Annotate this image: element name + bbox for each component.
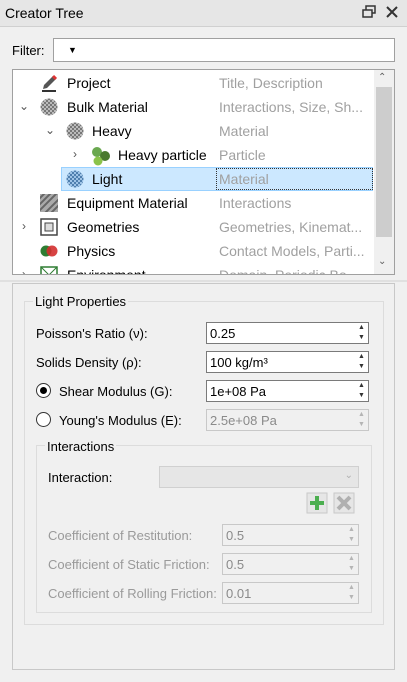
tree-item-heavy-particle[interactable]: › Heavy particle Particle <box>13 143 375 167</box>
restitution-label: Coefficient of Restitution: <box>48 528 193 543</box>
spin-value: 0.01 <box>226 586 252 601</box>
tree-item-label: Project <box>67 75 111 91</box>
spin-up-icon[interactable]: ▲ <box>355 323 368 333</box>
density-label: Solids Density (ρ): <box>36 355 142 370</box>
tree-item-project[interactable]: Project Title, Description <box>13 71 375 95</box>
spin-up-icon: ▲ <box>358 411 365 418</box>
tree-item-label: Light <box>92 171 123 187</box>
particle-icon <box>91 146 110 166</box>
tree-item-label: Heavy particle <box>118 147 207 163</box>
young-label: Young's Modulus (E): <box>59 413 182 428</box>
spin-value: 100 kg/m³ <box>210 355 268 370</box>
tree-item-heavy[interactable]: ⌄ Heavy Material <box>13 119 375 143</box>
rolling-friction-spinbox: 0.01 ▲ ▼ <box>222 582 359 604</box>
filter-combo[interactable]: ▼ <box>53 38 395 62</box>
shear-spinbox[interactable]: 1e+08 Pa ▲ ▼ <box>206 380 369 402</box>
remove-icon <box>333 492 355 514</box>
interactions-title: Interactions <box>45 439 117 454</box>
static-friction-label: Coefficient of Static Friction: <box>48 557 210 572</box>
material-sphere-icon <box>66 170 84 188</box>
close-icon[interactable] <box>385 5 399 19</box>
spin-down-icon[interactable]: ▼ <box>355 333 368 343</box>
spin-value: 0.5 <box>226 557 245 572</box>
spin-down-icon: ▼ <box>348 565 355 572</box>
spin-down-icon[interactable]: ▼ <box>355 391 368 401</box>
tree-item-desc: Title, Description <box>219 75 323 91</box>
tree-item-desc: Geometries, Kinemat... <box>219 219 363 235</box>
density-spinbox[interactable]: 100 kg/m³ ▲ ▼ <box>206 351 369 373</box>
scroll-thumb[interactable] <box>376 87 392 237</box>
young-radio[interactable] <box>36 412 51 427</box>
scroll-up-icon[interactable]: ⌃ <box>378 72 386 83</box>
window-titlebar: Creator Tree <box>0 0 407 27</box>
tree-item-light[interactable]: Light Material <box>13 167 375 191</box>
tree-item-desc: Domain, Periodic Bo... <box>219 267 359 275</box>
creator-tree[interactable]: Project Title, Description ⌄ Bulk Materi… <box>12 69 395 275</box>
tree-item-label: Environment <box>67 267 146 275</box>
static-friction-spinbox: 0.5 ▲ ▼ <box>222 553 359 575</box>
tree-item-environment[interactable]: › Environment Domain, Periodic Bo... <box>13 263 375 275</box>
young-spinbox: 2.5e+08 Pa ▲ ▼ <box>206 409 369 431</box>
spin-down-icon[interactable]: ▼ <box>355 362 368 372</box>
poisson-label: Poisson's Ratio (ν): <box>36 326 148 341</box>
spin-down-icon: ▼ <box>348 536 355 543</box>
tree-item-desc: Interactions <box>219 195 292 211</box>
chevron-down-icon: ⌄ <box>344 470 353 481</box>
scroll-down-icon[interactable]: ⌄ <box>378 256 386 267</box>
splitter[interactable] <box>0 280 407 282</box>
float-icon[interactable] <box>362 5 376 19</box>
chevron-down-icon[interactable]: ⌄ <box>18 99 30 113</box>
window-title: Creator Tree <box>5 5 84 21</box>
chevron-right-icon[interactable]: › <box>18 267 30 274</box>
tree-item-label: Physics <box>67 243 116 259</box>
interaction-combo: ⌄ <box>159 466 359 488</box>
tree-item-physics[interactable]: Physics Contact Models, Parti... <box>13 239 375 263</box>
tree-item-desc: Material <box>219 171 269 187</box>
spin-up-icon: ▲ <box>348 555 355 562</box>
spin-up-icon[interactable]: ▲ <box>355 381 368 391</box>
interaction-label: Interaction: <box>48 470 113 485</box>
material-sphere-icon <box>40 98 58 116</box>
spin-value: 0.5 <box>226 528 245 543</box>
filter-label: Filter: <box>12 43 45 58</box>
tree-item-label: Bulk Material <box>67 99 148 115</box>
rolling-friction-label: Coefficient of Rolling Friction: <box>48 586 217 601</box>
tree-item-desc: Interactions, Size, Sh... <box>219 99 363 115</box>
tree-item-desc: Material <box>219 123 269 139</box>
physics-icon <box>40 242 58 260</box>
chevron-down-icon[interactable]: ▼ <box>68 45 77 55</box>
hatched-material-icon <box>37 191 61 215</box>
chevron-down-icon[interactable]: ⌄ <box>44 123 56 137</box>
spin-value: 0.25 <box>210 326 236 341</box>
material-sphere-icon <box>66 122 84 140</box>
environment-icon <box>40 266 58 274</box>
tree-item-label: Heavy <box>92 123 132 139</box>
spin-up-icon: ▲ <box>348 526 355 533</box>
spin-value: 1e+08 Pa <box>210 384 267 399</box>
tree-item-equipment-material[interactable]: Equipment Material Interactions <box>13 191 375 215</box>
tree-scrollbar[interactable]: ⌃ ⌄ <box>374 70 394 274</box>
spin-up-icon: ▲ <box>348 584 355 591</box>
restitution-spinbox: 0.5 ▲ ▼ <box>222 524 359 546</box>
geometry-icon <box>40 218 58 236</box>
tree-item-label: Equipment Material <box>67 195 188 211</box>
spin-up-icon[interactable]: ▲ <box>355 352 368 362</box>
shear-label: Shear Modulus (G): <box>59 384 173 399</box>
tree-item-bulk-material[interactable]: ⌄ Bulk Material Interactions, Size, Sh..… <box>13 95 375 119</box>
pencil-icon <box>40 74 58 92</box>
chevron-right-icon[interactable]: › <box>18 219 30 233</box>
spin-down-icon: ▼ <box>348 594 355 601</box>
chevron-right-icon[interactable]: › <box>69 147 81 161</box>
tree-item-desc: Particle <box>219 147 266 163</box>
add-icon[interactable] <box>306 492 328 514</box>
poisson-spinbox[interactable]: 0.25 ▲ ▼ <box>206 322 369 344</box>
tree-item-label: Geometries <box>67 219 140 235</box>
tree-item-desc: Contact Models, Parti... <box>219 243 365 259</box>
shear-radio[interactable] <box>36 383 51 398</box>
spin-down-icon: ▼ <box>358 421 365 428</box>
tree-item-geometries[interactable]: › Geometries Geometries, Kinemat... <box>13 215 375 239</box>
spin-value: 2.5e+08 Pa <box>210 413 277 428</box>
group-title: Light Properties <box>33 294 129 309</box>
